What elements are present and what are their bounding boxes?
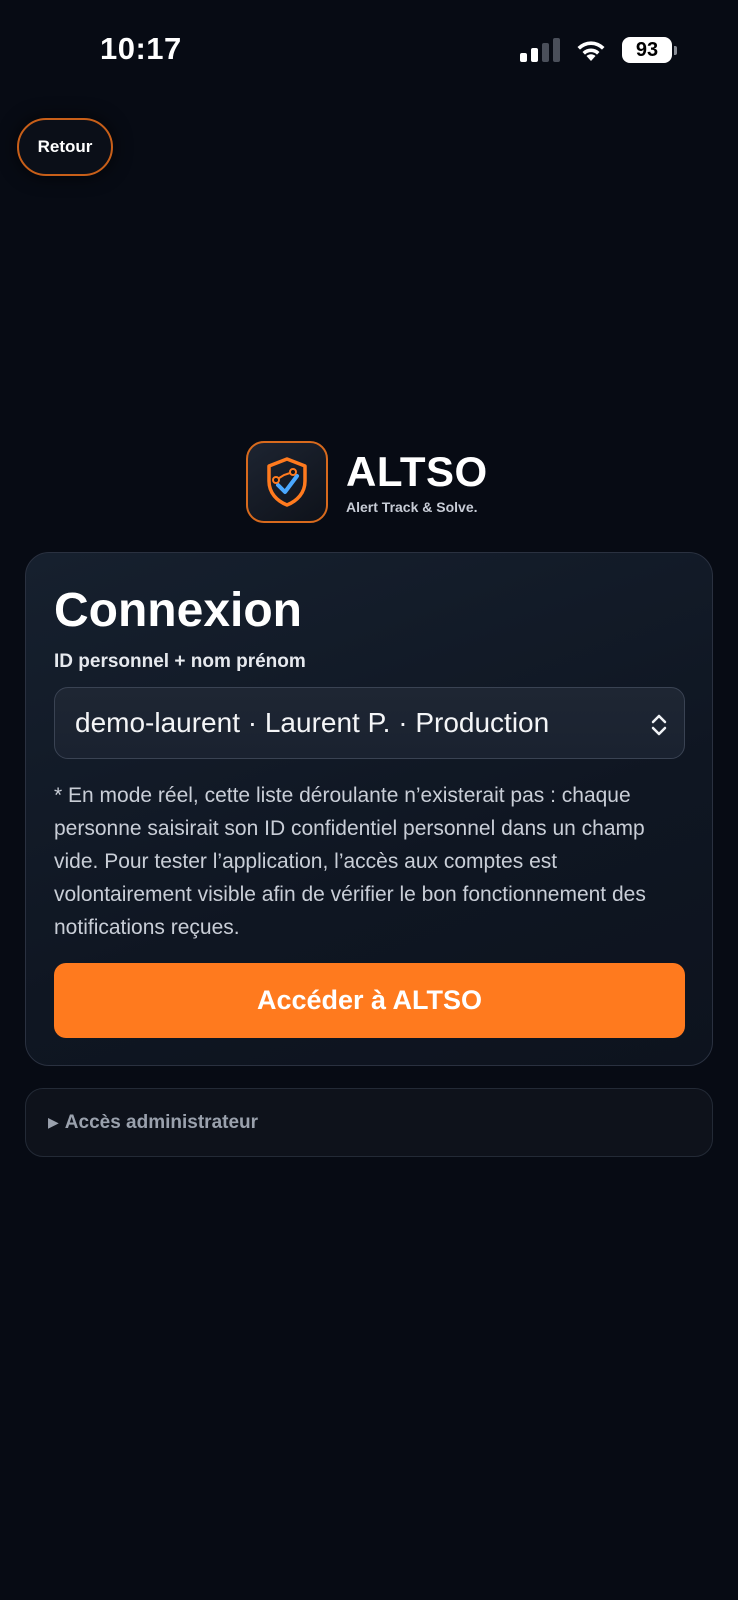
chevron-up-down-icon	[651, 714, 667, 736]
app-tagline: Alert Track & Solve.	[346, 499, 478, 515]
battery-level: 93	[635, 38, 659, 61]
brand-text: ALTSO Alert Track & Solve.	[346, 448, 488, 516]
account-field-label: ID personnel + nom prénom	[54, 651, 306, 672]
app-logo	[246, 441, 328, 523]
status-bar: 10:17 93	[0, 0, 738, 100]
page-title: Connexion	[54, 584, 302, 637]
login-card: Connexion ID personnel + nom prénom demo…	[25, 552, 713, 1066]
admin-access-toggle[interactable]: ▶ Accès administrateur	[25, 1088, 713, 1157]
app-name: ALTSO	[346, 448, 488, 495]
brand-header: ALTSO Alert Track & Solve.	[246, 441, 488, 523]
demo-mode-note: * En mode réel, cette liste déroulante n…	[54, 784, 646, 939]
battery-icon: 93	[622, 37, 677, 63]
login-submit-button[interactable]: Accéder à ALTSO	[54, 963, 685, 1038]
shield-check-icon	[267, 457, 307, 507]
back-button[interactable]: Retour	[17, 118, 113, 176]
account-select-value: demo-laurent · Laurent P. · Production	[75, 707, 550, 738]
admin-access-label: Accès administrateur	[64, 1111, 259, 1133]
login-screen: 10:17 93 Retour ALTSO Alert Track & Solv…	[0, 0, 738, 1600]
expand-triangle-icon: ▶	[48, 1114, 59, 1130]
account-select[interactable]: demo-laurent · Laurent P. · Production	[54, 687, 685, 759]
cellular-signal-icon	[520, 38, 560, 62]
wifi-icon	[577, 41, 605, 61]
status-indicators: 93	[520, 36, 677, 64]
status-time: 10:17	[100, 31, 182, 66]
